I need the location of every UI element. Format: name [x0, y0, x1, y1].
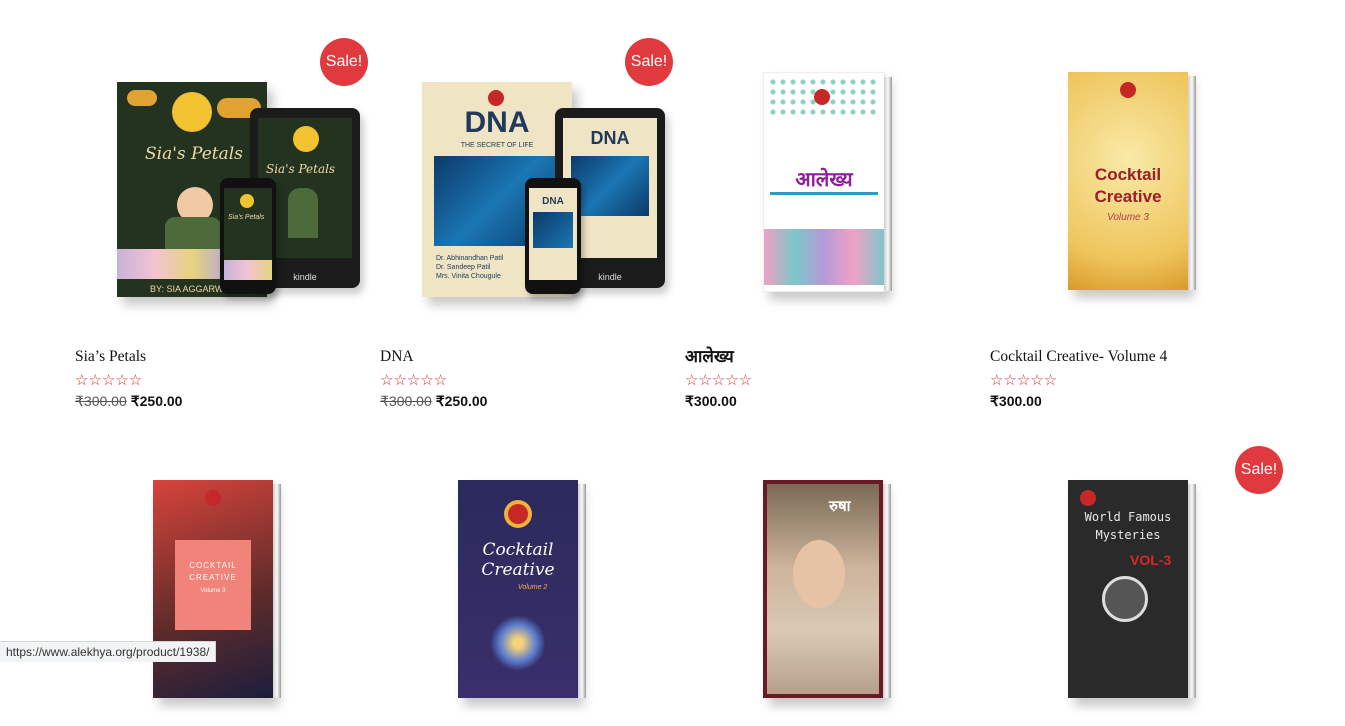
magnifier-eye-icon	[1102, 576, 1148, 622]
regular-price: ₹300.00	[990, 393, 1042, 409]
product-card: Sia's Petals BY: SIA AGGARWAL Sia's Peta…	[75, 38, 368, 409]
product-image-link[interactable]: COCKTAIL CREATIVE Volume 3	[75, 446, 365, 726]
product-price: ₹300.00	[685, 393, 737, 410]
cover-title: रुषा	[829, 498, 851, 515]
product-image-link[interactable]: World Famous Mysteries VOL-3 Sale!	[990, 446, 1283, 726]
product-price: ₹300.00 ₹250.00	[380, 393, 487, 410]
product-card: आलेख्य आलेख्य ☆☆☆☆☆ ₹300.00	[685, 38, 975, 409]
product-image-link[interactable]: Cocktail Creative Volume 3	[990, 38, 1280, 318]
book-cover: आलेख्य	[763, 72, 892, 292]
star-rating: ☆☆☆☆☆	[75, 372, 143, 389]
phone-mockup: Sia's Petals	[220, 178, 276, 294]
sale-price: ₹250.00	[435, 393, 488, 409]
product-card: World Famous Mysteries VOL-3 Sale!	[990, 446, 1283, 726]
product-title[interactable]: Cocktail Creative- Volume 4	[990, 348, 1167, 366]
book-cover: Cocktail Creative Volume 3	[1068, 72, 1196, 290]
cover-title: आलेख्य	[770, 165, 878, 195]
sale-badge: Sale!	[1235, 446, 1283, 494]
old-price: ₹300.00	[380, 393, 432, 409]
phone-mockup: DNA	[525, 178, 581, 294]
product-title[interactable]: आलेख्य	[685, 344, 734, 367]
regular-price: ₹300.00	[685, 393, 737, 409]
cover-title: DNA	[464, 106, 530, 139]
cover-subtitle: THE SECRET OF LIFE	[460, 142, 534, 149]
product-price: ₹300.00	[990, 393, 1042, 410]
cover-volume: Volume 3	[200, 588, 226, 594]
sale-badge: Sale!	[320, 38, 368, 86]
book-cover: COCKTAIL CREATIVE Volume 3	[153, 480, 281, 698]
sale-badge: Sale!	[625, 38, 673, 86]
star-rating: ☆☆☆☆☆	[685, 372, 753, 389]
product-card: Cocktail Creative Volume 3 Cocktail Crea…	[990, 38, 1280, 409]
cover-title: Cocktail Creative	[481, 540, 555, 580]
cover-volume: VOL-3	[1130, 552, 1172, 568]
cover-volume: Volume 2	[518, 584, 548, 591]
product-card: रुषा	[685, 446, 975, 726]
product-title[interactable]: DNA	[380, 348, 414, 366]
cover-title: Sia's Petals	[145, 144, 243, 164]
book-cover: World Famous Mysteries VOL-3	[1068, 480, 1196, 698]
product-card: COCKTAIL CREATIVE Volume 3	[75, 446, 365, 726]
product-image-link[interactable]: रुषा	[685, 446, 975, 726]
star-rating: ☆☆☆☆☆	[990, 372, 1058, 389]
cover-volume: Volume 3	[1107, 212, 1149, 223]
product-card: Cocktail Creative Volume 2	[380, 446, 670, 726]
cover-title: World Famous Mysteries	[1084, 510, 1172, 542]
product-card: DNA THE SECRET OF LIFE Dr. Abhinandhan P…	[380, 38, 673, 409]
product-image-link[interactable]: Cocktail Creative Volume 2	[380, 446, 670, 726]
old-price: ₹300.00	[75, 393, 127, 409]
product-image-link[interactable]: DNA THE SECRET OF LIFE Dr. Abhinandhan P…	[380, 38, 673, 318]
cover-title: Cocktail Creative	[1094, 165, 1162, 206]
cover-title: COCKTAIL CREATIVE	[189, 561, 237, 582]
sale-price: ₹250.00	[130, 393, 183, 409]
product-image-link[interactable]: Sia's Petals BY: SIA AGGARWAL Sia's Peta…	[75, 38, 368, 318]
product-image-link[interactable]: आलेख्य	[685, 38, 975, 318]
book-cover: Cocktail Creative Volume 2	[458, 480, 586, 698]
product-title[interactable]: Sia’s Petals	[75, 348, 146, 366]
star-rating: ☆☆☆☆☆	[380, 372, 448, 389]
book-cover: रुषा	[763, 480, 891, 698]
product-price: ₹300.00 ₹250.00	[75, 393, 182, 410]
browser-status-url: https://www.alekhya.org/product/1938/	[0, 641, 217, 662]
